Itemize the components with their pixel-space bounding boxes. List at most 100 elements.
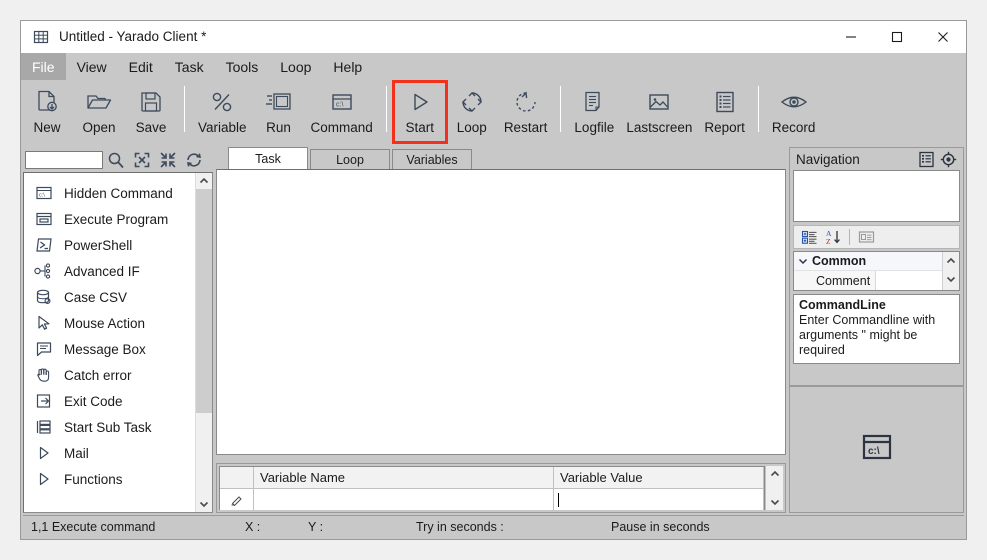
cell-variable-name[interactable] — [254, 489, 554, 510]
toolbar-label-lastscreen: Lastscreen — [626, 120, 693, 135]
toolbar-label-report: Report — [704, 120, 745, 135]
toolbar-button-command[interactable]: c:\ Command — [305, 82, 379, 142]
refresh-icon[interactable] — [181, 149, 207, 171]
command-sidebar: c:\ Hidden Command Execute Program Power… — [23, 147, 213, 513]
main-toolbar: New Open Save Variable Run c:\ Command S… — [21, 80, 966, 144]
variables-table-header: Variable Name Variable Value — [220, 467, 764, 489]
navigation-panel: Navigation A Z Common Comment CommandLin… — [789, 147, 964, 386]
branch-icon — [34, 261, 54, 281]
property-grid: Common Comment — [793, 251, 960, 291]
open-folder-icon — [85, 86, 113, 118]
command-item-execute-program[interactable]: Execute Program — [24, 206, 195, 232]
database-icon — [34, 287, 54, 307]
grid-icon — [33, 29, 49, 45]
cell-variable-value[interactable] — [554, 489, 764, 510]
maximize-icon[interactable] — [874, 21, 920, 52]
menu-item-help[interactable]: Help — [322, 53, 373, 80]
command-item-exit-code[interactable]: Exit Code — [24, 388, 195, 414]
floppy-disk-icon — [138, 86, 164, 118]
menu-item-tools[interactable]: Tools — [215, 53, 270, 80]
command-prompt-icon: c:\ — [34, 183, 54, 203]
categorized-icon[interactable] — [797, 227, 821, 247]
tab-task[interactable]: Task — [228, 147, 308, 169]
status-try-label: Try in seconds : — [416, 519, 504, 534]
chevron-down-icon[interactable] — [794, 257, 812, 265]
command-prompt-icon: c:\ — [860, 430, 894, 469]
collapse-all-icon[interactable] — [155, 149, 181, 171]
command-item-catch-error[interactable]: Catch error — [24, 362, 195, 388]
property-grid-scrollbar[interactable] — [942, 252, 959, 290]
column-header-variable-name[interactable]: Variable Name — [254, 467, 554, 488]
menu-item-loop[interactable]: Loop — [269, 53, 322, 80]
property-description: CommandLine Enter Commandline with argum… — [793, 294, 960, 364]
scroll-up-icon[interactable] — [943, 252, 959, 270]
toolbar-button-variable[interactable]: Variable — [192, 82, 253, 142]
toolbar-button-start[interactable]: Start — [391, 80, 448, 144]
scroll-track[interactable] — [196, 189, 212, 496]
close-icon[interactable] — [920, 21, 966, 52]
percent-icon — [209, 86, 235, 118]
toolbar-button-logfile[interactable]: Logfile — [568, 82, 620, 142]
toolbar-label-start: Start — [405, 120, 435, 135]
task-canvas[interactable] — [216, 169, 786, 455]
toolbar-button-new[interactable]: New — [21, 82, 73, 142]
menu-item-view[interactable]: View — [66, 53, 118, 80]
scroll-track[interactable] — [766, 482, 783, 494]
splitter[interactable] — [216, 455, 786, 463]
scroll-down-icon[interactable] — [766, 494, 783, 510]
expand-all-icon[interactable] — [129, 149, 155, 171]
scroll-up-icon[interactable] — [196, 173, 212, 189]
column-header-variable-value[interactable]: Variable Value — [554, 467, 764, 488]
main-body: c:\ Hidden Command Execute Program Power… — [21, 144, 966, 513]
command-item-powershell[interactable]: PowerShell — [24, 232, 195, 258]
scroll-thumb[interactable] — [196, 189, 212, 414]
menu-item-task[interactable]: Task — [164, 53, 215, 80]
menu-item-file[interactable]: File — [21, 53, 66, 80]
magnifier-icon[interactable] — [103, 149, 129, 171]
preview-panel[interactable]: c:\ — [789, 386, 964, 513]
report-list-icon — [712, 86, 738, 118]
toolbar-button-restart[interactable]: Restart — [498, 82, 554, 142]
toolbar-button-run[interactable]: Run — [253, 82, 305, 142]
menu-item-edit[interactable]: Edit — [118, 53, 164, 80]
property-category-label: Common — [812, 254, 867, 268]
tab-loop[interactable]: Loop — [310, 149, 390, 169]
command-list-scrollbar[interactable] — [195, 173, 212, 512]
minimize-icon[interactable] — [828, 21, 874, 52]
command-item-label: Hidden Command — [64, 185, 173, 201]
toolbar-label-new: New — [33, 120, 61, 135]
status-y-label: Y : — [308, 519, 324, 534]
toolbar-button-loop[interactable]: Loop — [446, 82, 498, 142]
command-item-functions[interactable]: Functions — [24, 466, 195, 492]
command-item-start-sub-task[interactable]: Start Sub Task — [24, 414, 195, 440]
variables-table-scrollbar[interactable] — [765, 466, 783, 510]
command-item-mouse-action[interactable]: Mouse Action — [24, 310, 195, 336]
property-category-row[interactable]: Common — [794, 252, 942, 271]
command-item-mail[interactable]: Mail — [24, 440, 195, 466]
list-view-icon[interactable] — [915, 149, 937, 169]
command-item-case-csv[interactable]: Case CSV — [24, 284, 195, 310]
command-item-message-box[interactable]: Message Box — [24, 336, 195, 362]
tab-variables[interactable]: Variables — [392, 149, 472, 169]
new-file-icon — [34, 86, 60, 118]
alphabetical-sort-icon[interactable]: A Z — [821, 227, 845, 247]
toolbar-button-lastscreen[interactable]: Lastscreen — [620, 82, 698, 142]
target-icon[interactable] — [937, 149, 959, 169]
property-row[interactable]: Comment — [794, 271, 942, 290]
toolbar-button-save[interactable]: Save — [125, 82, 177, 142]
command-item-label: Execute Program — [64, 211, 169, 227]
toolbar-button-open[interactable]: Open — [73, 82, 125, 142]
toolbar-button-report[interactable]: Report — [698, 82, 751, 142]
toolbar-button-record[interactable]: Record — [766, 82, 822, 142]
command-item-hidden-command[interactable]: c:\ Hidden Command — [24, 180, 195, 206]
scroll-down-icon[interactable] — [943, 270, 959, 288]
scroll-down-icon[interactable] — [196, 496, 212, 512]
application-window: Untitled - Yarado Client * File View Edi… — [20, 20, 967, 540]
property-pages-icon[interactable] — [854, 227, 878, 247]
scroll-up-icon[interactable] — [766, 466, 783, 482]
row-edit-indicator-icon — [220, 489, 254, 510]
command-item-advanced-if[interactable]: Advanced IF — [24, 258, 195, 284]
table-row[interactable] — [220, 489, 764, 510]
search-input[interactable] — [25, 150, 103, 169]
navigation-tree[interactable] — [793, 170, 960, 222]
